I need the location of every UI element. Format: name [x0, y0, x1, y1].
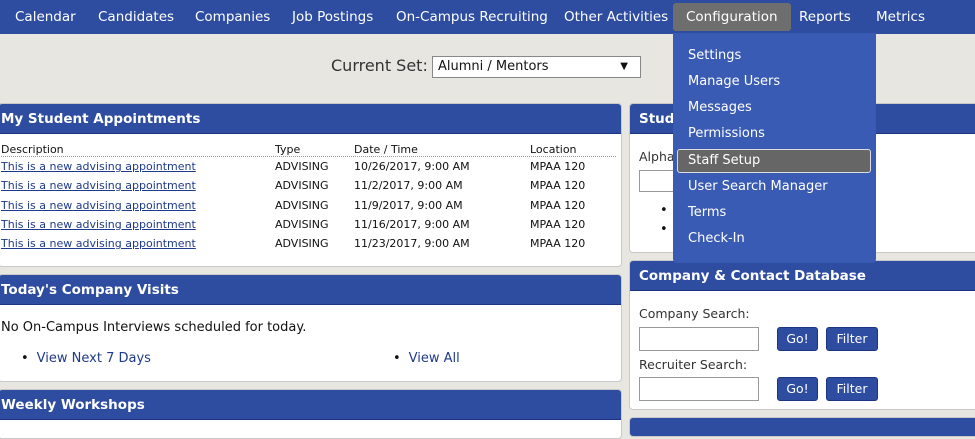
appointment-type: ADVISING [275, 217, 329, 231]
weekly-workshops-title: Weekly Workshops [0, 390, 621, 420]
weekly-workshops-panel: Weekly Workshops [0, 389, 622, 439]
appointment-type: ADVISING [275, 179, 329, 193]
nav-other-activities[interactable]: Other Activities [564, 0, 668, 34]
table-row: This is a new advising appointment ADVIS… [1, 234, 616, 253]
appointment-link[interactable]: This is a new advising appointment [1, 237, 196, 250]
appointment-date: 10/26/2017, 9:00 AM [354, 160, 470, 173]
menu-item-messages[interactable]: Messages [688, 100, 752, 115]
menu-item-staff-setup[interactable]: Staff Setup [677, 149, 871, 173]
view-all-link[interactable]: View All [393, 351, 460, 366]
alpha-label: Alpha [639, 149, 675, 164]
company-contact-title: Company & Contact Database [630, 261, 975, 291]
recruiter-search-input[interactable] [639, 377, 759, 401]
current-set-select[interactable]: Alumni / Mentors ▼ [432, 56, 641, 78]
appointment-link[interactable]: This is a new advising appointment [1, 160, 196, 173]
appointment-location: MPAA 120 [530, 160, 586, 173]
appointment-link[interactable]: This is a new advising appointment [1, 199, 196, 212]
company-filter-button[interactable]: Filter [826, 327, 878, 351]
current-set-value: Alumni / Mentors [438, 59, 549, 74]
header-description: Description [1, 143, 64, 156]
appointment-location: MPAA 120 [530, 198, 586, 212]
header-type: Type [275, 143, 301, 156]
appointment-location: MPAA 120 [530, 179, 586, 193]
current-set-label: Current Set: [331, 56, 428, 75]
configuration-dropdown: Settings Manage Users Messages Permissio… [673, 33, 876, 263]
table-header: Description Type Date / Time Location [1, 135, 616, 157]
appointment-link[interactable]: This is a new advising appointment [1, 218, 196, 231]
recruiter-filter-button[interactable]: Filter [826, 377, 878, 401]
company-visits-panel: Today's Company Visits No On-Campus Inte… [0, 274, 622, 382]
appointment-location: MPAA 120 [530, 237, 586, 251]
company-contact-panel: Company & Contact Database Company Searc… [629, 260, 975, 410]
table-row: This is a new advising appointment ADVIS… [1, 215, 616, 234]
appointment-date: 11/23/2017, 9:00 AM [354, 237, 470, 251]
company-search-label: Company Search: [639, 306, 750, 321]
recruiter-search-label: Recruiter Search: [639, 357, 748, 372]
chevron-down-icon: ▼ [620, 61, 628, 72]
company-search-input[interactable] [639, 327, 759, 351]
appointment-date: 11/2/2017, 9:00 AM [354, 179, 463, 193]
appointment-type: ADVISING [275, 160, 329, 173]
appointment-type: ADVISING [275, 237, 329, 251]
bullet-dot: • [660, 203, 668, 218]
menu-item-permissions[interactable]: Permissions [688, 126, 765, 141]
appointment-date: 11/9/2017, 9:00 AM [354, 198, 463, 212]
menu-item-user-search-manager[interactable]: User Search Manager [688, 179, 828, 194]
nav-candidates[interactable]: Candidates [98, 0, 174, 34]
nav-job-postings[interactable]: Job Postings [292, 0, 373, 34]
nav-metrics[interactable]: Metrics [876, 0, 925, 34]
appointment-date: 11/16/2017, 9:00 AM [354, 217, 470, 231]
menu-item-manage-users[interactable]: Manage Users [688, 74, 780, 89]
recruiter-go-button[interactable]: Go! [777, 377, 818, 401]
top-nav: Calendar Candidates Companies Job Postin… [0, 0, 975, 34]
no-interviews-message: No On-Campus Interviews scheduled for to… [1, 320, 307, 335]
nav-reports[interactable]: Reports [799, 0, 851, 34]
appointment-link[interactable]: This is a new advising appointment [1, 179, 196, 192]
nav-calendar[interactable]: Calendar [15, 0, 76, 34]
bottom-panel [629, 417, 975, 437]
appointments-title: My Student Appointments [0, 104, 621, 134]
menu-item-check-in[interactable]: Check-In [688, 231, 745, 246]
nav-on-campus-recruiting[interactable]: On-Campus Recruiting [396, 0, 548, 34]
header-date-time: Date / Time [354, 143, 418, 156]
company-go-button[interactable]: Go! [777, 327, 818, 351]
table-row: This is a new advising appointment ADVIS… [1, 157, 616, 176]
menu-item-terms[interactable]: Terms [688, 205, 726, 220]
table-row: This is a new advising appointment ADVIS… [1, 176, 616, 195]
company-visits-title: Today's Company Visits [0, 275, 621, 305]
table-row: This is a new advising appointment ADVIS… [1, 196, 616, 215]
header-location: Location [530, 143, 577, 156]
view-next-7-days-link[interactable]: View Next 7 Days [21, 351, 151, 366]
menu-item-settings[interactable]: Settings [688, 48, 741, 63]
bullet-dot: • [660, 222, 668, 237]
appointment-location: MPAA 120 [530, 217, 586, 231]
appointment-type: ADVISING [275, 198, 329, 212]
nav-companies[interactable]: Companies [195, 0, 270, 34]
nav-configuration[interactable]: Configuration [673, 3, 791, 31]
appointments-table: Description Type Date / Time Location Th… [1, 135, 616, 253]
appointments-panel: My Student Appointments Description Type… [0, 103, 622, 267]
